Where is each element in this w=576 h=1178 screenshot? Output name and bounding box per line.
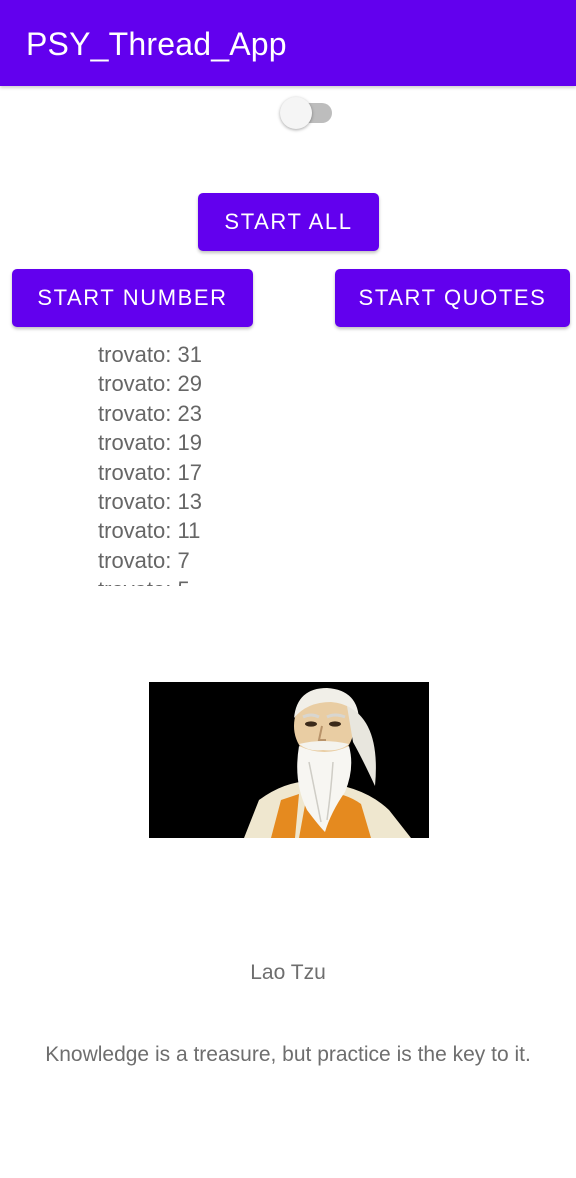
portrait-illustration — [149, 682, 429, 838]
start-quotes-button[interactable]: START QUOTES — [335, 269, 570, 327]
toggle-switch[interactable] — [280, 97, 334, 129]
found-number-item: trovato: 19 — [98, 430, 202, 456]
found-numbers-list[interactable]: trovato: 31 trovato: 29 trovato: 23 trov… — [98, 340, 298, 586]
app-title: PSY_Thread_App — [26, 26, 287, 62]
found-number-item: trovato: 17 — [98, 459, 202, 485]
start-all-button[interactable]: START ALL — [198, 193, 379, 251]
screen: PSY_Thread_App START ALL START NUMBER ST… — [0, 0, 576, 1178]
lao-tzu-portrait-image — [149, 682, 429, 838]
switch-thumb — [280, 97, 312, 129]
quote-author: Lao Tzu — [250, 961, 326, 984]
found-number-item: trovato: 11 — [98, 518, 201, 544]
found-number-item: trovato: 23 — [98, 400, 202, 426]
start-number-button[interactable]: START NUMBER — [12, 269, 253, 327]
found-number-item: trovato: 13 — [98, 488, 202, 514]
found-number-item: trovato: 5 — [98, 575, 298, 586]
found-number-item: trovato: 7 — [98, 547, 190, 573]
found-number-item: trovato: 29 — [98, 371, 202, 397]
found-number-item: trovato: 31 — [98, 342, 202, 367]
app-bar: PSY_Thread_App — [0, 0, 576, 86]
quote-text: Knowledge is a treasure, but practice is… — [45, 1043, 531, 1066]
